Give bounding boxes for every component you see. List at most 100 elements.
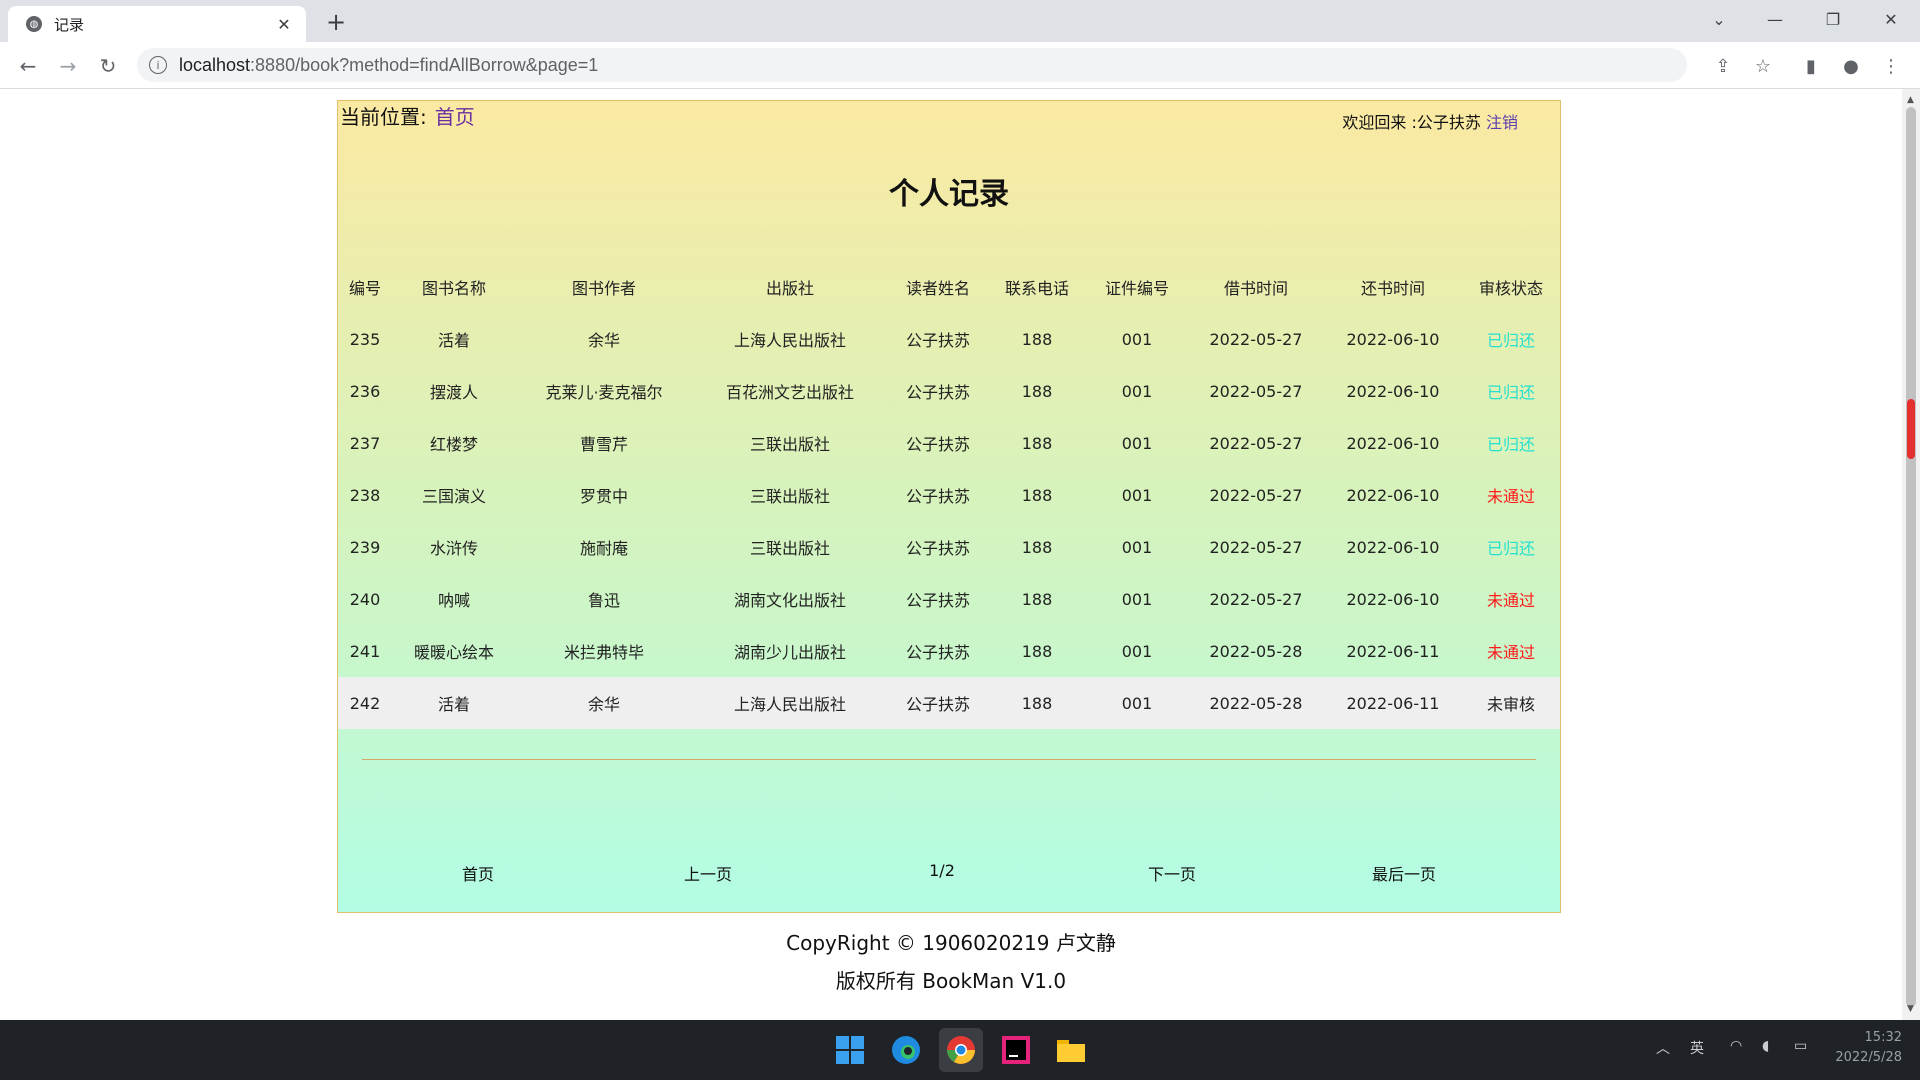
file-explorer-icon[interactable] (1049, 1028, 1093, 1072)
cell-card-no: 001 (1121, 433, 1153, 453)
side-panel-icon[interactable]: ▮ (1797, 52, 1825, 80)
version-text: 版权所有 BookMan V1.0 (835, 969, 1067, 993)
cell-author: 余华 (587, 331, 620, 350)
cell-id: 238 (349, 485, 381, 505)
cell-phone: 188 (988, 677, 1086, 729)
cell-borrow-date: 2022-05-28 (1188, 677, 1324, 729)
table-header-row: 编号 图书名称 图书作者 出版社 读者姓名 联系电话 证件编号 借书时间 还书时… (338, 261, 1560, 313)
cell-reader: 公子扶苏 (905, 643, 970, 662)
pager-last-link[interactable]: 最后一页 (1372, 861, 1436, 885)
cell-publisher: 上海人民出版社 (733, 331, 846, 350)
welcome-bar: 欢迎回来 :公子扶苏 注销 (1342, 109, 1518, 133)
window-close-icon[interactable]: ✕ (1864, 0, 1918, 38)
pager-next-link[interactable]: 下一页 (1148, 861, 1196, 885)
cell-book-title: 红楼梦 (429, 435, 478, 454)
cell-author: 余华 (516, 677, 692, 729)
cell-id: 240 (349, 589, 381, 609)
col-header-status: 审核状态 (1478, 279, 1543, 298)
cell-book-title: 暖暖心绘本 (413, 643, 494, 662)
minimize-icon[interactable]: — (1748, 0, 1802, 38)
cell-card-no: 001 (1086, 677, 1188, 729)
cell-phone: 188 (1021, 381, 1053, 401)
pager-first-link[interactable]: 首页 (462, 861, 494, 885)
ime-indicator[interactable]: 英 (1690, 1038, 1704, 1058)
menu-kebab-icon[interactable]: ⋮ (1877, 52, 1905, 80)
cell-id: 242 (338, 677, 392, 729)
clock-date: 2022/5/28 (1835, 1050, 1902, 1065)
clock-time: 15:32 (1864, 1030, 1902, 1045)
browser-tab-bar: ◍ 记录 ✕ + ⌄ — ❐ ✕ (0, 0, 1920, 42)
pager-prev-link[interactable]: 上一页 (684, 861, 732, 885)
tab-close-icon[interactable]: ✕ (272, 12, 296, 36)
cell-card-no: 001 (1121, 329, 1153, 349)
globe-icon: ◍ (26, 16, 42, 32)
cell-book-title: 呐喊 (437, 591, 470, 610)
cell-return-date: 2022-06-10 (1346, 589, 1440, 609)
reload-icon[interactable]: ↻ (92, 50, 124, 82)
col-header-author: 图书作者 (571, 279, 636, 298)
table-row: 241 暖暖心绘本 米拦弗特毕 湖南少儿出版社 公子扶苏 188 001 2022-05-28… (338, 625, 1560, 677)
pagination: 首页 上一页 1/2 下一页 最后一页 (338, 861, 1560, 885)
cell-phone: 188 (1021, 589, 1053, 609)
table-row: 238 三国演义 罗贯中 三联出版社 公子扶苏 188 001 2022-05-27 2022-… (338, 469, 1560, 521)
share-icon[interactable]: ⇪ (1709, 52, 1737, 80)
scroll-up-icon[interactable]: ▲ (1907, 95, 1914, 105)
cell-phone: 188 (1021, 433, 1053, 453)
bookmark-star-icon[interactable]: ☆ (1749, 52, 1777, 80)
tab-title: 记录 (54, 15, 85, 34)
copyright-text: CopyRight © 1906020219 卢文静 (786, 931, 1116, 955)
col-header-id: 编号 (348, 279, 381, 298)
new-tab-button[interactable]: + (322, 8, 350, 36)
cell-return-date: 2022-06-10 (1346, 537, 1440, 557)
col-header-phone: 联系电话 (1004, 279, 1069, 298)
system-clock[interactable]: 15:32 2022/5/28 (1835, 1028, 1902, 1068)
tray-chevron-icon[interactable]: ︿ (1656, 1038, 1670, 1058)
cell-status: 未通过 (1486, 487, 1535, 506)
cell-status: 未通过 (1486, 643, 1535, 662)
cell-card-no: 001 (1121, 589, 1153, 609)
scrollbar-thumb[interactable] (1906, 107, 1916, 1007)
logout-link[interactable]: 注销 (1486, 113, 1518, 132)
tab-search-icon[interactable]: ⌄ (1692, 0, 1746, 38)
cell-id: 241 (349, 641, 381, 661)
cell-book-title: 活着 (392, 677, 516, 729)
url-text[interactable]: localhost:8880/book?method=findAllBorrow… (179, 55, 598, 76)
home-link[interactable]: 首页 (435, 105, 475, 129)
divider (362, 759, 1536, 760)
page-scrollbar[interactable]: ▲ ▼ (1902, 89, 1920, 1020)
windows-start-icon[interactable] (828, 1028, 872, 1072)
cell-author: 罗贯中 (579, 487, 628, 506)
breadcrumb: 当前位置: 首页 (340, 101, 475, 130)
cell-reader: 公子扶苏 (888, 677, 988, 729)
browser-tab[interactable]: ◍ 记录 ✕ (8, 6, 306, 42)
address-bar[interactable]: i localhost:8880/book?method=findAllBorr… (137, 48, 1687, 82)
cell-reader: 公子扶苏 (905, 591, 970, 610)
forward-icon[interactable]: → (52, 50, 84, 82)
cell-publisher: 湖南文化出版社 (733, 591, 846, 610)
chrome-browser-icon[interactable] (939, 1028, 983, 1072)
col-header-return-date: 还书时间 (1360, 279, 1425, 298)
cell-status: 已归还 (1486, 331, 1535, 350)
volume-icon[interactable]: ◖ (1762, 1038, 1769, 1054)
back-icon[interactable]: ← (12, 50, 44, 82)
records-panel: 当前位置: 首页 欢迎回来 :公子扶苏 注销 个人记录 编号 图书名称 图书作者 … (337, 100, 1561, 913)
cell-id: 237 (349, 433, 381, 453)
profile-avatar-icon[interactable]: ● (1837, 52, 1865, 80)
col-header-reader: 读者姓名 (905, 279, 970, 298)
cell-card-no: 001 (1121, 485, 1153, 505)
cell-phone: 188 (1021, 641, 1053, 661)
wifi-icon[interactable]: ◠ (1730, 1038, 1742, 1054)
cell-reader: 公子扶苏 (905, 539, 970, 558)
cell-phone: 188 (1021, 537, 1053, 557)
intellij-idea-icon[interactable] (994, 1028, 1038, 1072)
cell-reader: 公子扶苏 (905, 331, 970, 350)
restore-icon[interactable]: ❐ (1806, 0, 1860, 38)
cell-publisher: 百花洲文艺出版社 (725, 383, 854, 402)
cell-author: 曹雪芹 (579, 435, 628, 454)
cell-card-no: 001 (1121, 641, 1153, 661)
edge-browser-icon[interactable] (884, 1028, 928, 1072)
battery-icon[interactable]: ▭ (1794, 1038, 1807, 1054)
scroll-down-icon[interactable]: ▼ (1907, 1004, 1914, 1014)
site-info-icon[interactable]: i (149, 56, 167, 74)
os-taskbar: ︿ 英 ◠ ◖ ▭ 15:32 2022/5/28 (0, 1020, 1920, 1080)
